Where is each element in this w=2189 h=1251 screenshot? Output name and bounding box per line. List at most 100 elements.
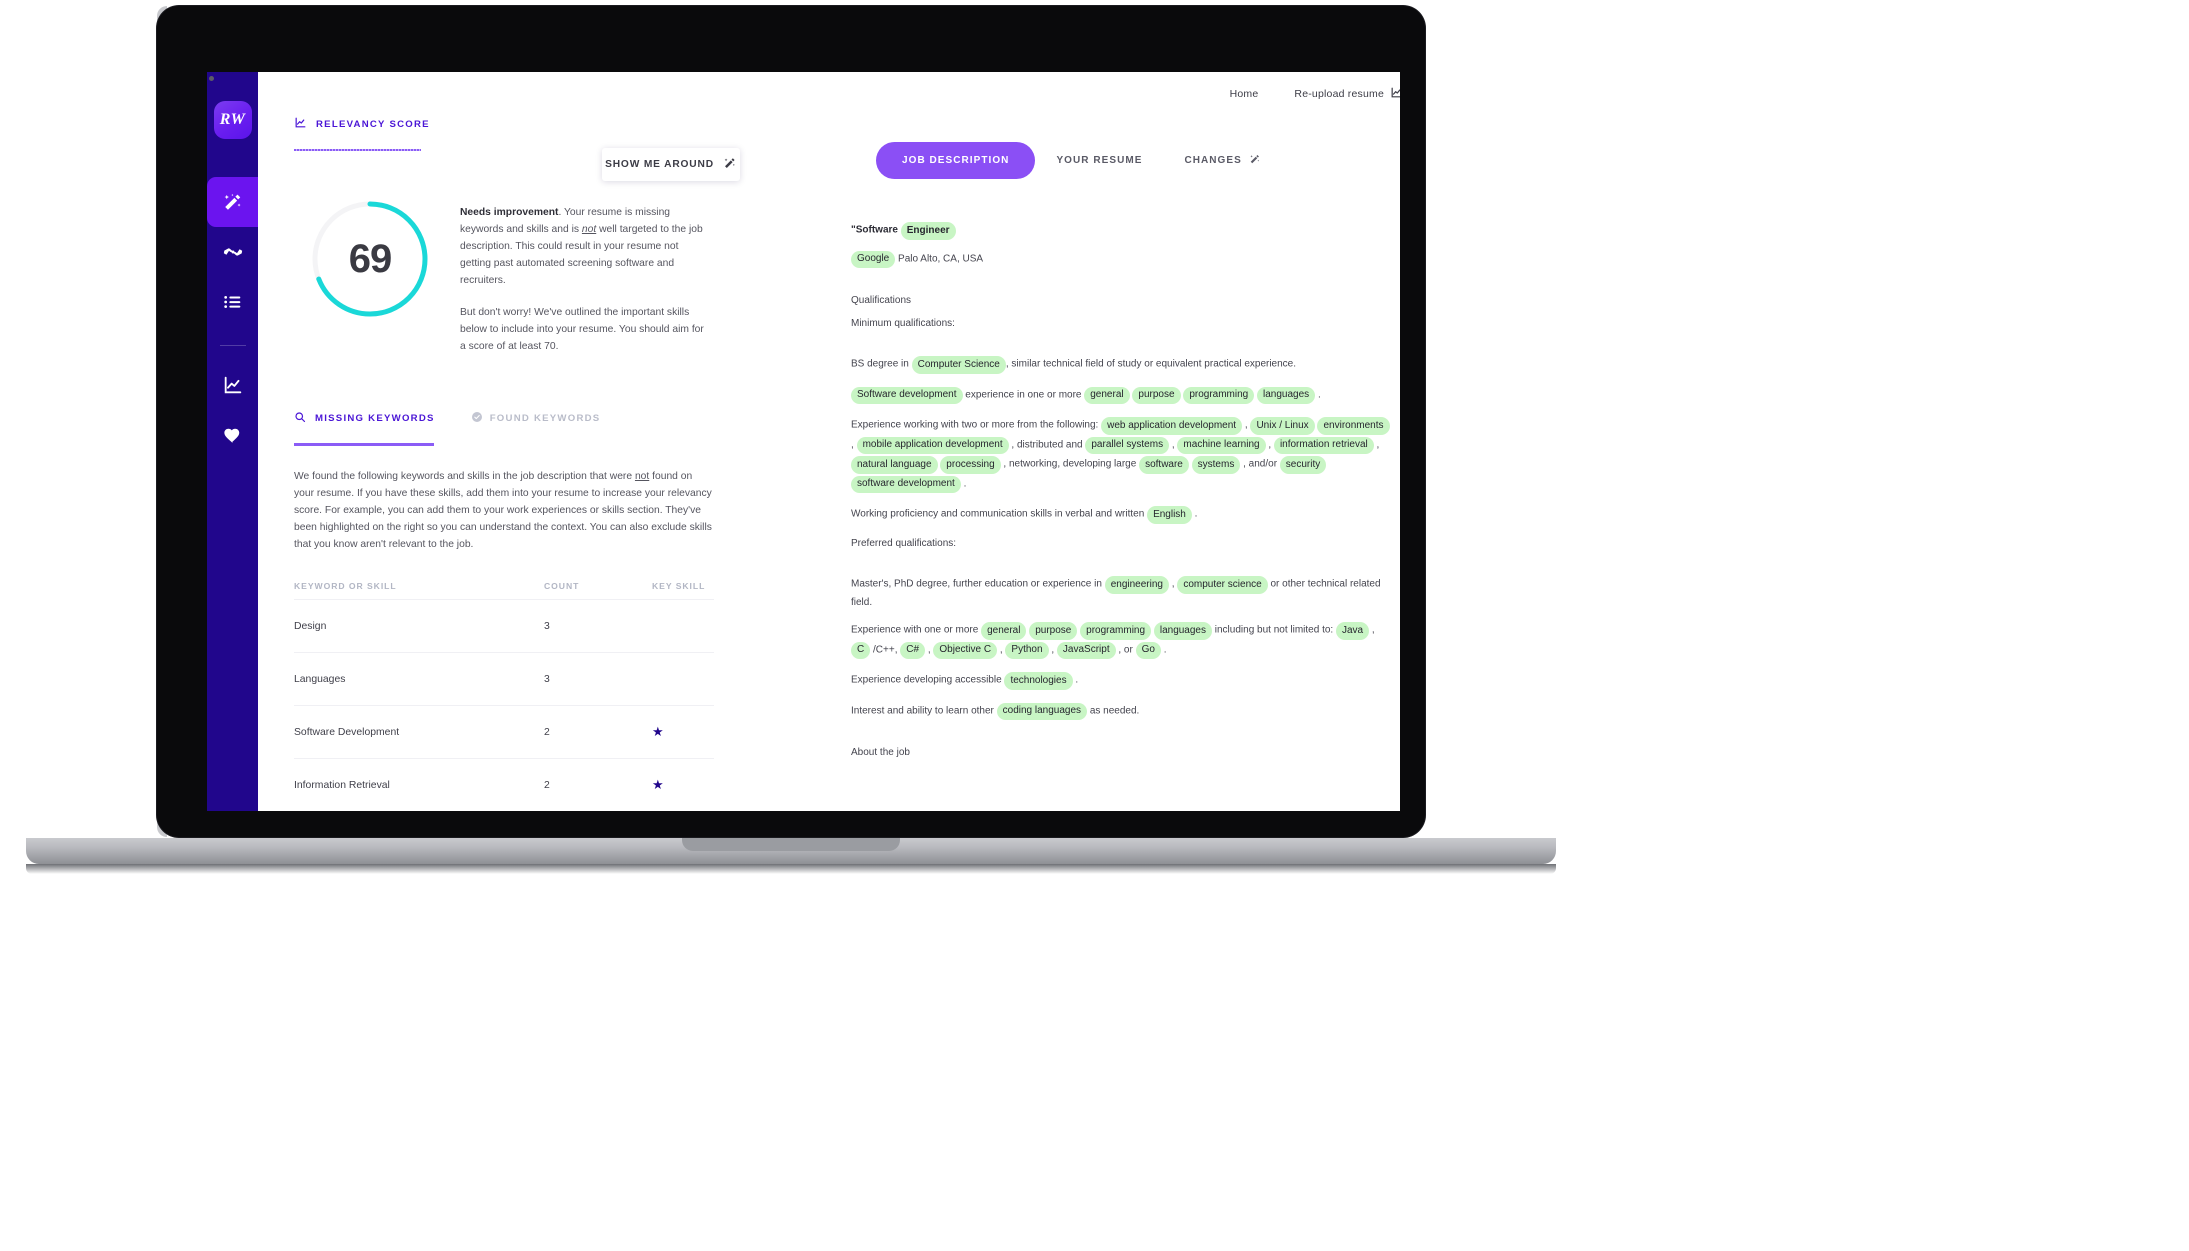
jd-preferred-heading: Preferred qualifications: bbox=[851, 537, 957, 549]
jd-keyword-highlight[interactable]: Go bbox=[1135, 641, 1161, 659]
jd-keyword-highlight[interactable]: technologies bbox=[1004, 672, 1073, 690]
jd-keyword-highlight[interactable]: C bbox=[851, 641, 871, 659]
app-logo[interactable]: RW bbox=[213, 101, 252, 139]
cell-key-skill[interactable]: ★ bbox=[634, 777, 714, 793]
jd-text: , bbox=[1373, 439, 1380, 450]
jd-experience-line: Experience working with two or more from… bbox=[851, 416, 1391, 494]
sidebar-item-magic-wand[interactable] bbox=[207, 177, 258, 227]
jd-text: , bbox=[1265, 439, 1274, 450]
table-row[interactable]: Software Development 2 ★ bbox=[294, 705, 714, 758]
right-panel: JOB DESCRIPTION YOUR RESUME CHANGES "Softw… bbox=[818, 72, 1400, 811]
sidebar-item-handshake[interactable] bbox=[207, 227, 258, 277]
score-p1-not: not bbox=[581, 224, 597, 236]
jd-keyword-highlight[interactable]: programming bbox=[1183, 386, 1255, 404]
jd-keyword-highlight[interactable]: processing bbox=[940, 456, 1001, 474]
sidebar-item-heart[interactable] bbox=[207, 410, 258, 460]
jd-title-prefix: "Software bbox=[851, 224, 901, 236]
jd-text: experience in one or more bbox=[962, 389, 1085, 400]
jd-keyword-highlight[interactable]: Python bbox=[1005, 641, 1049, 659]
magic-wand-icon bbox=[723, 156, 737, 173]
jd-keyword-highlight[interactable]: programming bbox=[1080, 622, 1152, 640]
cell-count: 2 bbox=[544, 726, 550, 738]
cell-keyword: Languages bbox=[294, 673, 346, 685]
relevancy-score-header: RELEVANCY SCORE bbox=[294, 116, 818, 132]
jd-keyword-highlight[interactable]: purpose bbox=[1132, 386, 1181, 404]
line-chart-icon bbox=[294, 116, 307, 132]
star-icon[interactable]: ★ bbox=[652, 777, 664, 792]
jd-keyword-highlight[interactable]: information retrieval bbox=[1273, 436, 1374, 454]
laptop-base-notch bbox=[682, 838, 900, 851]
tab-your-resume[interactable]: YOUR RESUME bbox=[1035, 142, 1163, 179]
sidebar-item-list[interactable] bbox=[207, 277, 258, 327]
jd-keyword-highlight[interactable]: engineering bbox=[1104, 576, 1169, 594]
jd-keyword-highlight[interactable]: purpose bbox=[1029, 622, 1078, 640]
tab-changes[interactable]: CHANGES bbox=[1163, 140, 1281, 181]
jd-text: Experience with one or more bbox=[851, 624, 982, 636]
jd-text: /C++, bbox=[870, 644, 901, 655]
jd-keyword-highlight[interactable]: general bbox=[1084, 386, 1130, 404]
jd-spacer-3 bbox=[851, 562, 1391, 575]
table-row[interactable]: Languages 3 bbox=[294, 652, 714, 705]
tab-job-description[interactable]: JOB DESCRIPTION bbox=[876, 142, 1036, 179]
header-key-skill: KEY SKILL bbox=[652, 581, 706, 592]
score-value: 69 bbox=[348, 236, 393, 281]
jd-title-highlight: Engineer bbox=[900, 222, 956, 240]
score-verdict-paragraph: Needs improvement. Your resume is missin… bbox=[460, 205, 710, 289]
tab-found-keywords[interactable]: FOUND KEYWORDS bbox=[471, 411, 601, 426]
jd-keyword-highlight[interactable]: Software development bbox=[851, 386, 963, 404]
keywords-section: MISSING KEYWORDS FOUND KEYWORDS We found… bbox=[294, 411, 818, 811]
table-row[interactable]: Design 3 bbox=[294, 599, 714, 652]
score-description: Needs improvement. Your resume is missin… bbox=[460, 197, 710, 355]
jd-keyword-highlight[interactable]: languages bbox=[1153, 622, 1212, 640]
list-icon bbox=[222, 291, 244, 313]
jd-keyword-highlight[interactable]: Java bbox=[1335, 622, 1370, 640]
jd-keyword-highlight[interactable]: Objective C bbox=[933, 641, 998, 659]
jd-keyword-highlight[interactable]: software development bbox=[851, 475, 961, 493]
jd-keyword-highlight[interactable]: mobile application development bbox=[856, 436, 1009, 454]
show-me-around-button[interactable]: SHOW ME AROUND bbox=[602, 148, 740, 181]
jd-keyword-highlight[interactable]: web application development bbox=[1101, 417, 1243, 435]
jd-keyword-highlight[interactable]: computer science bbox=[1177, 576, 1268, 594]
jd-keyword-highlight[interactable]: Unix / Linux bbox=[1250, 417, 1315, 435]
jd-keyword-highlight[interactable]: systems bbox=[1191, 456, 1241, 474]
table-row[interactable]: Information Retrieval 2 ★ bbox=[294, 758, 714, 811]
cell-count: 3 bbox=[544, 673, 550, 685]
magic-wand-icon bbox=[1249, 153, 1261, 168]
relevancy-score-title: RELEVANCY SCORE bbox=[316, 118, 430, 130]
jd-keyword-highlight[interactable]: software bbox=[1139, 456, 1189, 474]
sidebar-item-chart[interactable] bbox=[207, 360, 258, 410]
keywords-description: We found the following keywords and skil… bbox=[294, 468, 714, 553]
jd-keyword-highlight[interactable]: coding languages bbox=[996, 702, 1088, 720]
jd-qualifications-heading: Qualifications bbox=[851, 295, 912, 306]
jd-keyword-highlight[interactable]: parallel systems bbox=[1085, 436, 1170, 454]
nav-home-link[interactable]: Home bbox=[1230, 88, 1259, 100]
jd-spacer-4 bbox=[851, 732, 1391, 745]
jd-text: Master's, PhD degree, further education … bbox=[851, 578, 1105, 590]
keyword-tabs: MISSING KEYWORDS FOUND KEYWORDS bbox=[294, 411, 818, 426]
chart-upload-icon bbox=[1390, 86, 1400, 102]
jd-keyword-highlight[interactable]: C# bbox=[900, 641, 926, 659]
application-window: RW Home Re-upload resume RELEVANCY SCORE… bbox=[207, 72, 1400, 811]
cell-keyword: Information Retrieval bbox=[294, 779, 390, 791]
jd-text: as needed. bbox=[1087, 705, 1140, 716]
star-icon[interactable]: ★ bbox=[652, 724, 664, 739]
sidebar-nav-list bbox=[207, 177, 258, 460]
jd-text: , bbox=[851, 439, 857, 450]
jd-keyword-highlight[interactable]: general bbox=[981, 622, 1027, 640]
jd-keyword-highlight[interactable]: machine learning bbox=[1177, 436, 1266, 454]
handshake-icon bbox=[222, 241, 244, 263]
jd-keyword-highlight[interactable]: environments bbox=[1317, 417, 1390, 435]
cell-key-skill[interactable]: ★ bbox=[634, 724, 714, 740]
jd-company: Google bbox=[851, 250, 896, 268]
header-keyword: KEYWORD OR SKILL bbox=[294, 581, 397, 592]
jd-keyword-highlight[interactable]: English bbox=[1147, 506, 1192, 524]
jd-keyword-highlight[interactable]: security bbox=[1279, 456, 1327, 474]
jd-keyword-highlight[interactable]: natural language bbox=[851, 456, 938, 474]
jd-keyword-highlight[interactable]: languages bbox=[1257, 386, 1316, 404]
jd-bs-line: BS degree in Computer Science, similar t… bbox=[851, 355, 1391, 375]
magic-wand-icon bbox=[222, 191, 244, 213]
tab-missing-keywords[interactable]: MISSING KEYWORDS bbox=[315, 413, 435, 424]
jd-company-line: Google Palo Alto, CA, USA bbox=[851, 250, 1391, 270]
nav-reupload-link[interactable]: Re-upload resume bbox=[1294, 86, 1400, 102]
jd-keyword-highlight[interactable]: JavaScript bbox=[1056, 641, 1116, 659]
